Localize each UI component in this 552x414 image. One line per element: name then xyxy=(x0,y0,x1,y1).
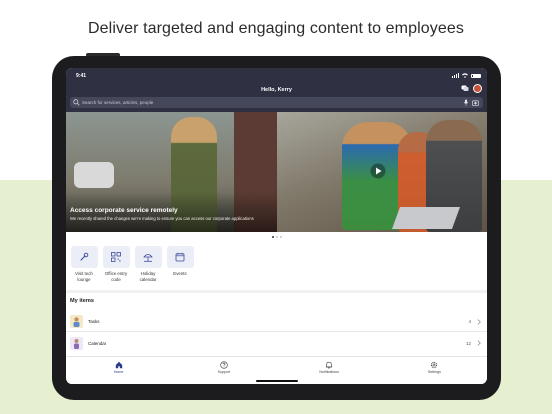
tab-settings[interactable]: Settings xyxy=(414,361,454,374)
list-item-count: 4 xyxy=(468,319,471,324)
search-bar[interactable] xyxy=(70,97,483,108)
question-icon xyxy=(220,361,228,369)
calendar-icon xyxy=(175,252,185,262)
quick-link-label: Events xyxy=(173,271,187,276)
carousel-pagination[interactable] xyxy=(66,236,487,238)
hero-car-shape xyxy=(74,162,114,188)
wrench-icon xyxy=(80,252,89,261)
tab-support[interactable]: Support xyxy=(204,361,244,374)
quick-link-events[interactable]: Events xyxy=(166,246,194,282)
quick-link-tech-lounge[interactable]: Visit tech lounge xyxy=(70,246,98,282)
beach-umbrella-icon xyxy=(143,254,153,262)
camera-scan-icon[interactable] xyxy=(472,100,479,106)
app-screen: 9:41 Hello, Kerry Access corporate servi… xyxy=(66,68,487,384)
search-input[interactable] xyxy=(82,100,463,105)
home-icon xyxy=(115,361,122,369)
greeting-title: Hello, Kerry xyxy=(261,87,292,93)
tab-home[interactable]: Home xyxy=(99,361,139,374)
chevron-right-icon xyxy=(477,318,481,325)
section-divider xyxy=(66,290,487,293)
bell-icon xyxy=(326,361,333,369)
list-item-count: 12 xyxy=(465,340,471,346)
tab-notifications[interactable]: Notifications xyxy=(309,361,349,374)
list-item-label: Tasks xyxy=(88,319,100,324)
microphone-icon[interactable] xyxy=(463,99,469,106)
search-icon xyxy=(73,99,80,106)
tasks-thumbnail-icon xyxy=(70,315,83,328)
tab-label: Notifications xyxy=(319,370,339,374)
list-item-calendar[interactable]: Calendar 12 xyxy=(66,333,487,353)
list-item-tasks[interactable]: Tasks 4 xyxy=(66,312,487,332)
play-icon[interactable] xyxy=(370,163,386,179)
tab-label: Home xyxy=(113,370,124,374)
home-indicator xyxy=(256,380,298,382)
app-header: 9:41 Hello, Kerry xyxy=(66,68,487,112)
quick-link-holiday-calendar[interactable]: Holiday calendar xyxy=(134,246,162,282)
qr-code-icon xyxy=(111,252,121,262)
quick-link-label: Visit tech lounge xyxy=(75,271,93,282)
battery-icon xyxy=(471,73,481,78)
quick-link-label: Office entry code xyxy=(104,271,128,282)
avatar[interactable] xyxy=(473,84,482,93)
tab-label: Settings xyxy=(427,370,441,374)
quick-link-entry-code[interactable]: Office entry code xyxy=(102,246,130,282)
chat-icon[interactable] xyxy=(461,85,469,92)
chevron-right-icon xyxy=(477,340,481,346)
calendar-thumbnail-icon xyxy=(70,336,83,350)
carousel-dot[interactable] xyxy=(271,236,274,238)
marketing-headline: Deliver targeted and engaging content to… xyxy=(88,20,464,37)
hero-title: Access corporate service remotely xyxy=(70,207,178,214)
tab-label: Support xyxy=(217,370,231,374)
hero-carousel[interactable]: Access corporate service remotely We rec… xyxy=(66,112,487,232)
quick-links: Visit tech lounge Office entry code Holi… xyxy=(70,246,194,282)
status-icons xyxy=(452,73,481,78)
gear-icon xyxy=(431,361,438,369)
carousel-dot[interactable] xyxy=(275,236,278,238)
status-time: 9:41 xyxy=(76,73,87,79)
cellular-signal-icon xyxy=(452,73,459,78)
hero-laptop-shape xyxy=(391,207,461,229)
carousel-dot[interactable] xyxy=(279,236,282,238)
list-item-label: Calendar xyxy=(88,340,107,346)
wifi-icon xyxy=(462,73,468,78)
hero-subtitle: We recently shared the changes we're mak… xyxy=(70,216,254,221)
my-items-title: My items xyxy=(70,298,94,304)
quick-link-label: Holiday calendar xyxy=(139,271,157,282)
